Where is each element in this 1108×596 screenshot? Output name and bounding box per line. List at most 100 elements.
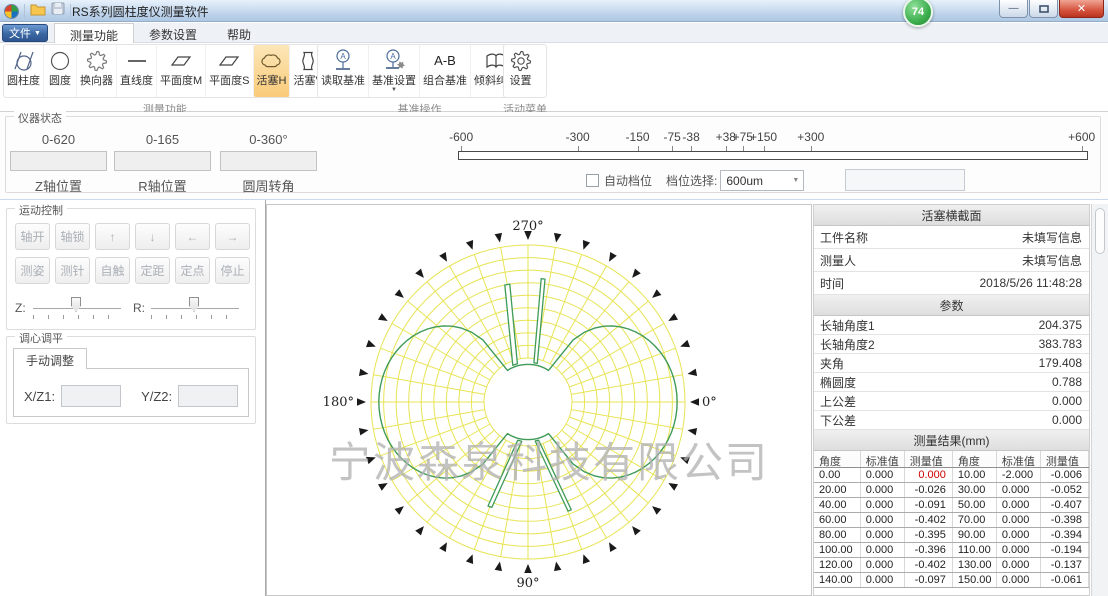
z-slider-label: Z:	[15, 301, 26, 315]
section-header-cross-section: 活塞横截面	[814, 205, 1089, 226]
xz1-label: X/Z1:	[24, 389, 55, 404]
ribbon-button-活塞H[interactable]: 活塞H	[254, 45, 291, 97]
maximize-button[interactable]	[1029, 0, 1058, 18]
param-label: 长轴角度2	[814, 336, 1039, 353]
z-slider-thumb[interactable]	[71, 297, 81, 312]
info-label: 测量人	[814, 252, 1022, 269]
ribbon-button-基准设置[interactable]: A基准设置▼	[369, 45, 420, 97]
axis-value-field[interactable]	[10, 151, 107, 171]
cylindricity-icon	[11, 47, 37, 75]
yz2-field[interactable]	[178, 385, 238, 407]
motion-button-←[interactable]: ←	[175, 223, 210, 250]
motion-button-轴锁[interactable]: 轴锁	[55, 223, 90, 250]
info-value: 未填写信息	[1022, 252, 1089, 269]
minimize-button[interactable]: —	[999, 0, 1028, 18]
gear-select-dropdown[interactable]: 600um ▼	[720, 170, 804, 191]
r-slider-thumb[interactable]	[189, 297, 199, 312]
save-icon[interactable]	[51, 2, 65, 20]
ruler-label: -75	[664, 130, 681, 144]
settings-gear-icon	[508, 47, 534, 75]
section-header-params: 参数	[814, 295, 1089, 316]
results-cell: 30.00	[953, 483, 997, 497]
ribbon-button-圆度[interactable]: 圆度	[44, 45, 77, 97]
results-cell: 0.000	[997, 483, 1041, 497]
results-row[interactable]: 80.000.000-0.39590.000.000-0.394	[814, 528, 1089, 543]
motion-button-轴开[interactable]: 轴开	[15, 223, 50, 250]
results-cell: 0.000	[997, 573, 1041, 587]
results-cell: -0.194	[1041, 543, 1089, 557]
xz1-field[interactable]	[61, 385, 121, 407]
results-cell: 110.00	[953, 543, 997, 557]
param-row: 长轴角度1204.375	[814, 316, 1089, 335]
info-label: 工件名称	[814, 229, 1022, 246]
auto-gear-checkbox[interactable]	[586, 174, 599, 187]
motion-button-→[interactable]: →	[215, 223, 250, 250]
window-title: RS系列圆柱度仪测量软件	[72, 3, 209, 20]
motion-button-定点[interactable]: 定点	[175, 257, 210, 284]
results-cell: 100.00	[814, 543, 861, 557]
ribbon-button-直线度[interactable]: 直线度	[117, 45, 157, 97]
ribbon-button-圆柱度[interactable]: 圆柱度	[4, 45, 44, 97]
motion-button-测姿[interactable]: 测姿	[15, 257, 50, 284]
centering-leveling-legend: 调心调平	[15, 330, 67, 346]
ribbon-button-label: 设置	[510, 75, 532, 87]
axis-value-field[interactable]	[220, 151, 317, 171]
results-cell: -0.402	[905, 513, 953, 527]
motion-button-测针[interactable]: 测针	[55, 257, 90, 284]
chevron-down-icon: ▼	[34, 30, 41, 37]
motion-button-自触[interactable]: 自触	[95, 257, 130, 284]
ribbon-button-读取基准[interactable]: A读取基准	[318, 45, 369, 97]
tab-测量功能[interactable]: 测量功能	[54, 23, 134, 43]
results-cell: 90.00	[953, 528, 997, 542]
tab-manual-adjust[interactable]: 手动调整	[13, 348, 87, 369]
param-row: 下公差0.000	[814, 411, 1089, 430]
results-row[interactable]: 140.000.000-0.097150.000.000-0.061	[814, 573, 1089, 588]
results-cell: 0.000	[861, 528, 905, 542]
centering-leveling-groupbox: 调心调平 手动调整 X/Z1: Y/Z2:	[6, 336, 256, 424]
separator	[70, 4, 71, 18]
chevron-down-icon: ▼	[792, 177, 799, 184]
results-cell: -0.402	[905, 558, 953, 572]
motion-button-↑[interactable]: ↑	[95, 223, 130, 250]
ribbon-button-平面度S[interactable]: 平面度S	[206, 45, 253, 97]
results-row[interactable]: 20.000.000-0.02630.000.000-0.052	[814, 483, 1089, 498]
file-menu-button[interactable]: 文件 ▼	[2, 24, 48, 42]
left-control-panel: 运动控制 轴开轴锁↑↓←→测姿测针自触定距定点停止 Z: R: 调心调平 手动调…	[0, 200, 266, 596]
motion-button-↓[interactable]: ↓	[135, 223, 170, 250]
results-row[interactable]: 120.000.000-0.402130.000.000-0.137	[814, 558, 1089, 573]
svg-text:A: A	[390, 52, 396, 61]
ribbon-button-设置[interactable]: 设置	[504, 45, 537, 97]
motion-button-停止[interactable]: 停止	[215, 257, 250, 284]
app-icon[interactable]	[4, 4, 19, 19]
ribbon-button-换向器[interactable]: 换向器	[77, 45, 117, 97]
report-scrollbar-thumb[interactable]	[1095, 208, 1105, 254]
tab-参数设置[interactable]: 参数设置	[134, 23, 212, 43]
close-button[interactable]: ✕	[1059, 0, 1104, 18]
results-row[interactable]: 100.000.000-0.396110.000.000-0.194	[814, 543, 1089, 558]
svg-text:A: A	[340, 52, 346, 61]
ribbon-button-组合基准[interactable]: A-B组合基准	[420, 45, 471, 97]
results-row[interactable]: 60.000.000-0.40270.000.000-0.398	[814, 513, 1089, 528]
results-cell: 0.000	[997, 543, 1041, 557]
results-row[interactable]: 0.000.0000.00010.00-2.000-0.006	[814, 468, 1089, 483]
results-cell: -0.091	[905, 498, 953, 512]
tab-帮助[interactable]: 帮助	[212, 23, 266, 43]
results-cell: 80.00	[814, 528, 861, 542]
param-value: 179.408	[1039, 356, 1089, 370]
results-cell: -0.407	[1041, 498, 1089, 512]
axis-value-field[interactable]	[114, 151, 211, 171]
info-row: 时间2018/5/26 11:48:28	[814, 272, 1089, 295]
results-row[interactable]: 40.000.000-0.09150.000.000-0.407	[814, 498, 1089, 513]
results-cell: 120.00	[814, 558, 861, 572]
motion-control-legend: 运动控制	[15, 202, 67, 218]
menu-bar: 文件 ▼ 测量功能参数设置帮助	[0, 23, 1108, 43]
info-row: 测量人未填写信息	[814, 249, 1089, 272]
axis-readout-Z轴位置: 0-620Z轴位置	[10, 132, 107, 194]
motion-button-定距[interactable]: 定距	[135, 257, 170, 284]
straightness-icon	[124, 47, 150, 75]
results-cell: -0.137	[1041, 558, 1089, 572]
open-file-icon[interactable]	[30, 2, 46, 21]
ribbon-button-平面度M[interactable]: 平面度M	[157, 45, 206, 97]
gear-extra-field[interactable]	[845, 169, 965, 191]
report-scrollbar[interactable]	[1091, 204, 1108, 596]
